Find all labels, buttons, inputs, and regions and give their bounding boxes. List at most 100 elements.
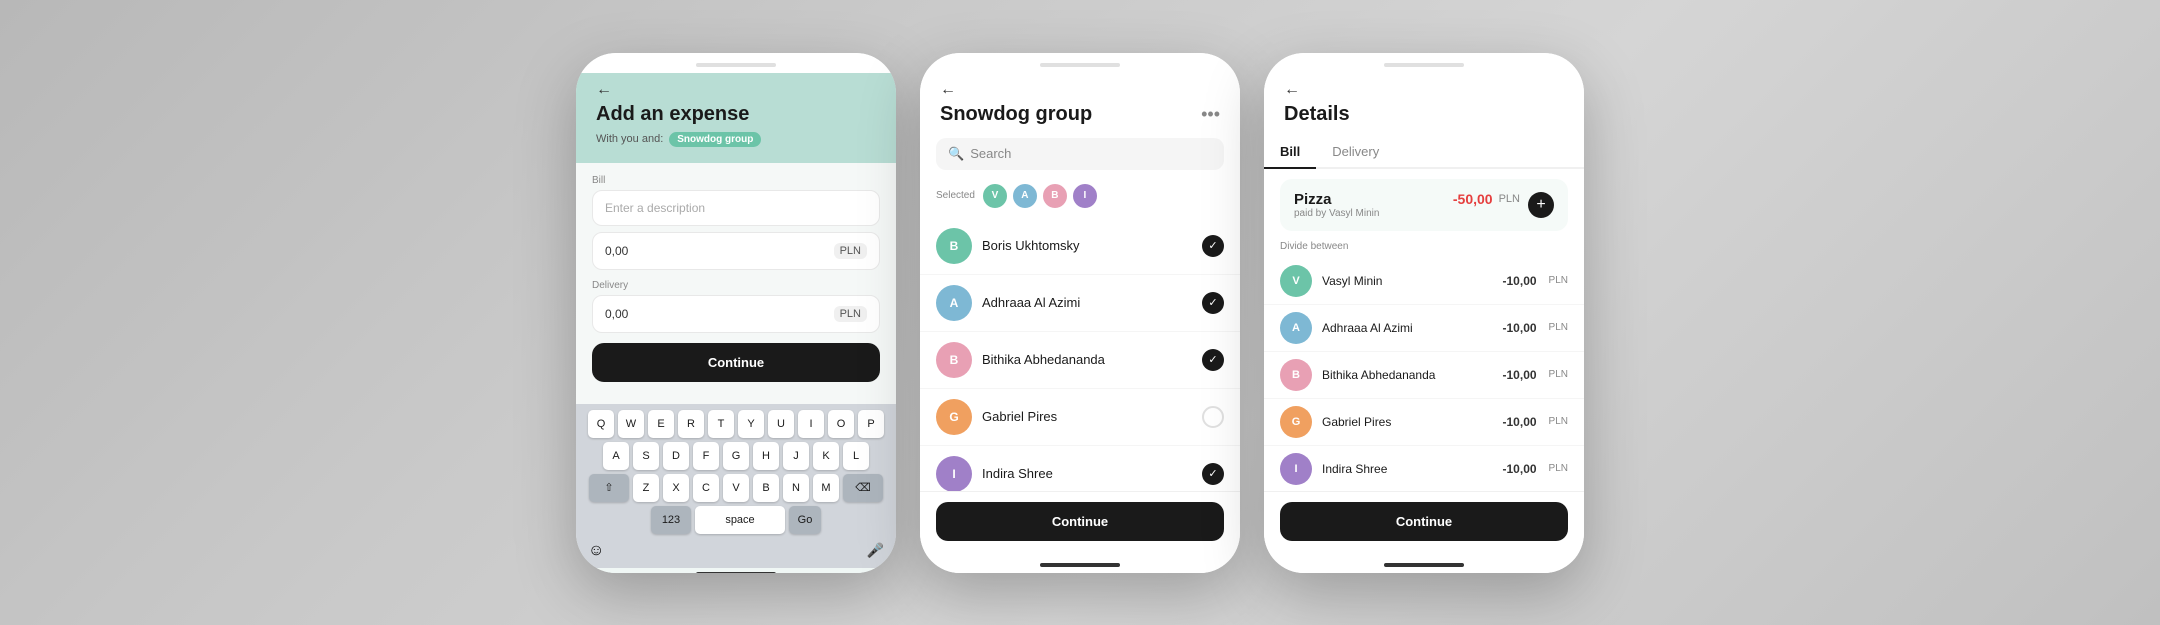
member-item-1[interactable]: B Boris Ukhtomsky ✓: [920, 218, 1240, 275]
divide-list: V Vasyl Minin -10,00 PLN A Adhraaa Al Az…: [1264, 258, 1584, 491]
phone2-notch: [920, 53, 1240, 73]
phone3-back-arrow[interactable]: ←: [1284, 81, 1564, 99]
person-amount-3: -10,00: [1503, 368, 1537, 382]
key-C[interactable]: C: [693, 474, 719, 502]
key-123[interactable]: 123: [651, 506, 691, 534]
check-icon-3: ✓: [1202, 349, 1224, 371]
key-F[interactable]: F: [693, 442, 719, 470]
phone-add-expense: ← Add an expense With you and: Snowdog g…: [576, 53, 896, 573]
notch-bar-3: [1384, 63, 1464, 67]
bill-amount-row[interactable]: 0,00 PLN: [592, 232, 880, 270]
person-item-2: A Adhraaa Al Azimi -10,00 PLN: [1264, 305, 1584, 352]
key-P[interactable]: P: [858, 410, 884, 438]
bill-paid-by: paid by Vasyl Minin: [1294, 208, 1453, 219]
search-icon: 🔍: [948, 146, 964, 162]
person-item-1: V Vasyl Minin -10,00 PLN: [1264, 258, 1584, 305]
person-amount-4: -10,00: [1503, 415, 1537, 429]
key-W[interactable]: W: [618, 410, 644, 438]
selected-label: Selected: [936, 190, 975, 201]
delivery-label: Delivery: [592, 280, 880, 291]
search-bar[interactable]: 🔍 Search: [936, 138, 1224, 170]
tab-bill[interactable]: Bill: [1264, 138, 1316, 167]
key-K[interactable]: K: [813, 442, 839, 470]
member-avatar-5: I: [936, 456, 972, 491]
home-indicator-3: [1264, 559, 1584, 573]
member-name-5: Indira Shree: [982, 466, 1192, 481]
person-item-4: G Gabriel Pires -10,00 PLN: [1264, 399, 1584, 446]
tab-delivery[interactable]: Delivery: [1316, 138, 1395, 167]
phone3-notch: [1264, 53, 1584, 73]
key-Z[interactable]: Z: [633, 474, 659, 502]
notch-bar-2: [1040, 63, 1120, 67]
key-N[interactable]: N: [783, 474, 809, 502]
person-avatar-1: V: [1280, 265, 1312, 297]
delivery-currency-btn[interactable]: PLN: [834, 306, 867, 322]
key-J[interactable]: J: [783, 442, 809, 470]
person-currency-1: PLN: [1549, 275, 1568, 286]
member-name-2: Adhraaa Al Azimi: [982, 295, 1192, 310]
phone3-footer: Continue: [1264, 491, 1584, 559]
group-badge[interactable]: Snowdog group: [669, 132, 761, 147]
key-B[interactable]: B: [753, 474, 779, 502]
continue-button-phone2[interactable]: Continue: [936, 502, 1224, 541]
key-M[interactable]: M: [813, 474, 839, 502]
member-avatar-4: G: [936, 399, 972, 435]
delivery-amount-row[interactable]: 0,00 PLN: [592, 295, 880, 333]
key-V[interactable]: V: [723, 474, 749, 502]
keyboard-row3: ⇧ Z X C V B N M ⌫: [580, 474, 892, 502]
key-T[interactable]: T: [708, 410, 734, 438]
bill-label: Bill: [592, 175, 880, 186]
mic-icon[interactable]: 🎤: [867, 542, 884, 559]
key-shift[interactable]: ⇧: [589, 474, 629, 502]
member-avatar-3: B: [936, 342, 972, 378]
key-go[interactable]: Go: [789, 506, 821, 534]
member-item-5[interactable]: I Indira Shree ✓: [920, 446, 1240, 491]
bill-amount: -50,00: [1453, 191, 1493, 207]
member-item-2[interactable]: A Adhraaa Al Azimi ✓: [920, 275, 1240, 332]
notch-bar: [696, 63, 776, 67]
phone1-title: Add an expense: [596, 103, 876, 126]
key-D[interactable]: D: [663, 442, 689, 470]
key-delete[interactable]: ⌫: [843, 474, 883, 502]
key-L[interactable]: L: [843, 442, 869, 470]
person-name-3: Bithika Abhedananda: [1322, 368, 1493, 382]
bill-currency: PLN: [1499, 193, 1520, 205]
description-input[interactable]: Enter a description: [592, 190, 880, 226]
member-item-4[interactable]: G Gabriel Pires: [920, 389, 1240, 446]
member-item-3[interactable]: B Bithika Abhedananda ✓: [920, 332, 1240, 389]
key-G[interactable]: G: [723, 442, 749, 470]
bill-currency-btn[interactable]: PLN: [834, 243, 867, 259]
add-button[interactable]: +: [1528, 192, 1554, 218]
key-I[interactable]: I: [798, 410, 824, 438]
dots-menu[interactable]: •••: [1201, 104, 1220, 125]
person-avatar-5: I: [1280, 453, 1312, 485]
emoji-icon[interactable]: ☺: [588, 542, 604, 560]
home-bar-3: [1384, 563, 1464, 567]
person-avatar-3: B: [1280, 359, 1312, 391]
person-item-3: B Bithika Abhedananda -10,00 PLN: [1264, 352, 1584, 399]
key-A[interactable]: A: [603, 442, 629, 470]
keyboard-row2: A S D F G H J K L: [580, 442, 892, 470]
member-name-1: Boris Ukhtomsky: [982, 238, 1192, 253]
key-space[interactable]: space: [695, 506, 785, 534]
phone-details: ← Details Bill Delivery Pizza paid by Va…: [1264, 53, 1584, 573]
phone2-back-arrow[interactable]: ←: [940, 81, 1220, 99]
continue-button-phone1[interactable]: Continue: [592, 343, 880, 382]
person-amount-5: -10,00: [1503, 462, 1537, 476]
person-name-1: Vasyl Minin: [1322, 274, 1493, 288]
phone3-header: ← Details: [1264, 73, 1584, 138]
back-arrow[interactable]: ←: [596, 81, 876, 99]
key-R[interactable]: R: [678, 410, 704, 438]
key-H[interactable]: H: [753, 442, 779, 470]
continue-button-phone3[interactable]: Continue: [1280, 502, 1568, 541]
key-E[interactable]: E: [648, 410, 674, 438]
key-O[interactable]: O: [828, 410, 854, 438]
key-Y[interactable]: Y: [738, 410, 764, 438]
phone2-header: ← Snowdog group •••: [920, 73, 1240, 138]
key-Q[interactable]: Q: [588, 410, 614, 438]
key-U[interactable]: U: [768, 410, 794, 438]
key-X[interactable]: X: [663, 474, 689, 502]
key-S[interactable]: S: [633, 442, 659, 470]
bill-amount-value: 0,00: [605, 244, 834, 258]
selected-avatar-2: A: [1011, 182, 1039, 210]
